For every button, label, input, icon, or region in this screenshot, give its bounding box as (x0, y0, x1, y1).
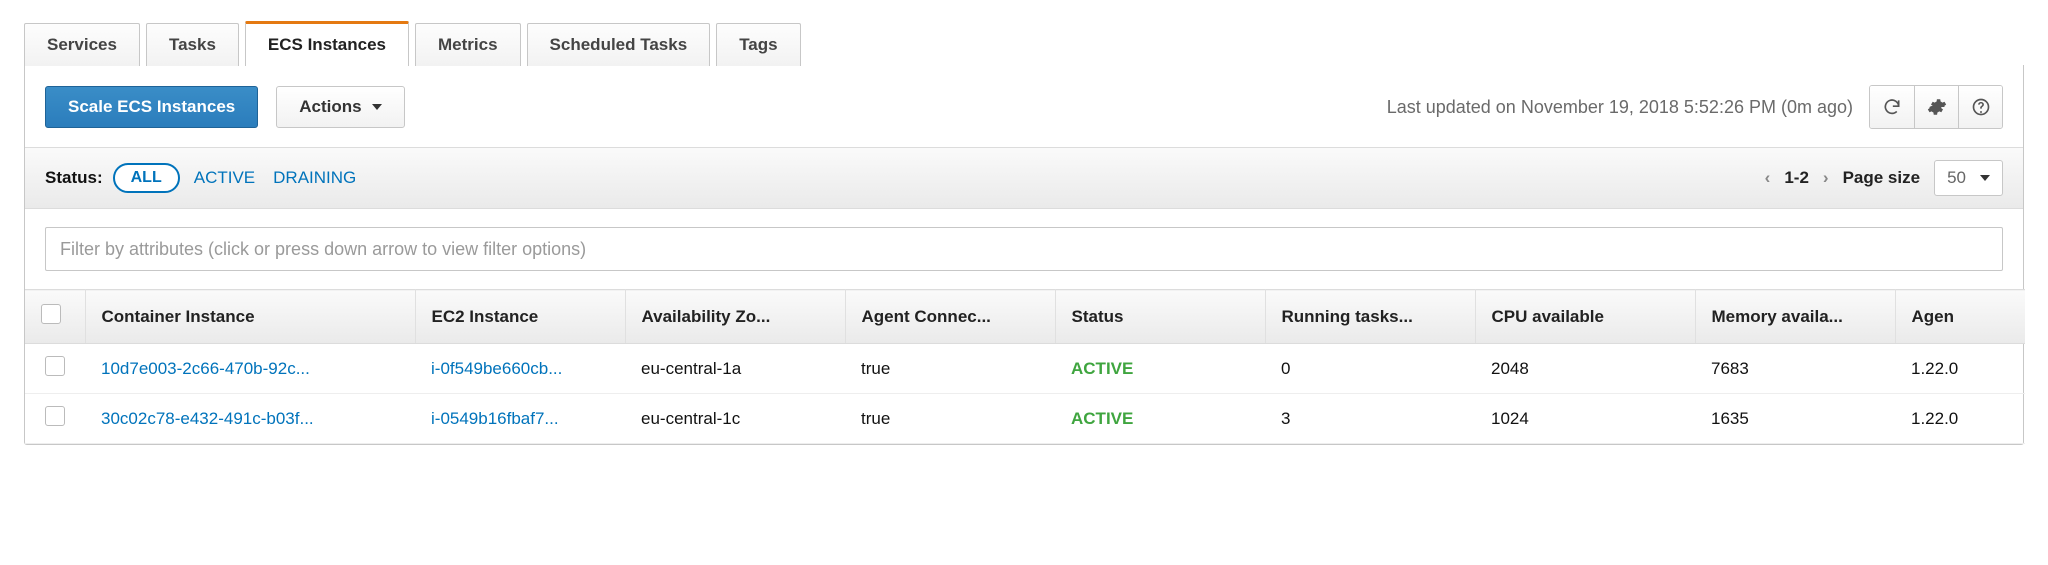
pager-range: 1-2 (1784, 168, 1809, 188)
cell-memory-available: 1635 (1695, 394, 1895, 444)
status-badge: ACTIVE (1071, 409, 1133, 428)
row-checkbox[interactable] (45, 406, 65, 426)
col-header-checkbox (25, 290, 85, 344)
panel: Scale ECS Instances Actions Last updated… (24, 65, 2024, 445)
tab-services[interactable]: Services (24, 23, 140, 66)
cell-running-tasks: 0 (1265, 344, 1475, 394)
instances-table: Container Instance EC2 Instance Availabi… (25, 289, 2025, 444)
col-header-ec2-instance[interactable]: EC2 Instance (415, 290, 625, 344)
cell-agent-version: 1.22.0 (1895, 394, 2025, 444)
table-header-row: Container Instance EC2 Instance Availabi… (25, 290, 2025, 344)
page-size-value: 50 (1947, 168, 1966, 188)
actions-label: Actions (299, 97, 361, 117)
col-header-agent-connected[interactable]: Agent Connec... (845, 290, 1055, 344)
cell-cpu-available: 1024 (1475, 394, 1695, 444)
tab-ecs-instances[interactable]: ECS Instances (245, 21, 409, 66)
cell-running-tasks: 3 (1265, 394, 1475, 444)
filter-input[interactable] (45, 227, 2003, 271)
pager: ‹ 1-2 › Page size 50 (1765, 160, 2003, 196)
scale-ecs-instances-button[interactable]: Scale ECS Instances (45, 86, 258, 128)
ec2-instance-link[interactable]: i-0f549be660cb... (431, 359, 562, 378)
help-button[interactable] (1958, 86, 2002, 128)
help-icon (1971, 97, 1991, 117)
tab-metrics[interactable]: Metrics (415, 23, 521, 66)
refresh-button[interactable] (1870, 86, 1914, 128)
tab-tasks[interactable]: Tasks (146, 23, 239, 66)
pager-prev[interactable]: ‹ (1765, 168, 1771, 188)
col-header-memory-available[interactable]: Memory availa... (1695, 290, 1895, 344)
cell-cpu-available: 2048 (1475, 344, 1695, 394)
status-filter-row: Status: ALL ACTIVE DRAINING ‹ 1-2 › Page… (25, 147, 2023, 209)
refresh-icon (1882, 97, 1902, 117)
tab-tags[interactable]: Tags (716, 23, 800, 66)
cell-availability-zone: eu-central-1c (625, 394, 845, 444)
col-header-agent-version[interactable]: Agen (1895, 290, 2025, 344)
col-header-cpu-available[interactable]: CPU available (1475, 290, 1695, 344)
cell-agent-connected: true (845, 344, 1055, 394)
status-filter-all[interactable]: ALL (113, 163, 180, 193)
status-filter-active[interactable]: ACTIVE (194, 168, 255, 188)
icon-button-group (1869, 85, 2003, 129)
actions-dropdown[interactable]: Actions (276, 86, 404, 128)
gear-icon (1927, 97, 1947, 117)
select-all-checkbox[interactable] (41, 304, 61, 324)
cell-agent-connected: true (845, 394, 1055, 444)
page-size-select[interactable]: 50 (1934, 160, 2003, 196)
chevron-down-icon (372, 104, 382, 110)
tab-scheduled-tasks[interactable]: Scheduled Tasks (527, 23, 711, 66)
cell-agent-version: 1.22.0 (1895, 344, 2025, 394)
cell-memory-available: 7683 (1695, 344, 1895, 394)
status-badge: ACTIVE (1071, 359, 1133, 378)
col-header-availability-zone[interactable]: Availability Zo... (625, 290, 845, 344)
tab-strip: Services Tasks ECS Instances Metrics Sch… (0, 0, 2048, 65)
ec2-instance-link[interactable]: i-0549b16fbaf7... (431, 409, 559, 428)
col-header-running-tasks[interactable]: Running tasks... (1265, 290, 1475, 344)
filter-wrap (25, 209, 2023, 289)
status-filter-draining[interactable]: DRAINING (273, 168, 356, 188)
settings-button[interactable] (1914, 86, 1958, 128)
page-size-label: Page size (1843, 168, 1921, 188)
last-updated-text: Last updated on November 19, 2018 5:52:2… (1387, 97, 1853, 118)
cell-availability-zone: eu-central-1a (625, 344, 845, 394)
col-header-container-instance[interactable]: Container Instance (85, 290, 415, 344)
table-row[interactable]: 10d7e003-2c66-470b-92c... i-0f549be660cb.… (25, 344, 2025, 394)
pager-next[interactable]: › (1823, 168, 1829, 188)
toolbar: Scale ECS Instances Actions Last updated… (25, 65, 2023, 147)
container-instance-link[interactable]: 10d7e003-2c66-470b-92c... (101, 359, 310, 378)
status-label: Status: (45, 168, 103, 188)
col-header-status[interactable]: Status (1055, 290, 1265, 344)
container-instance-link[interactable]: 30c02c78-e432-491c-b03f... (101, 409, 314, 428)
chevron-down-icon (1980, 175, 1990, 181)
row-checkbox[interactable] (45, 356, 65, 376)
table-row[interactable]: 30c02c78-e432-491c-b03f... i-0549b16fbaf7… (25, 394, 2025, 444)
